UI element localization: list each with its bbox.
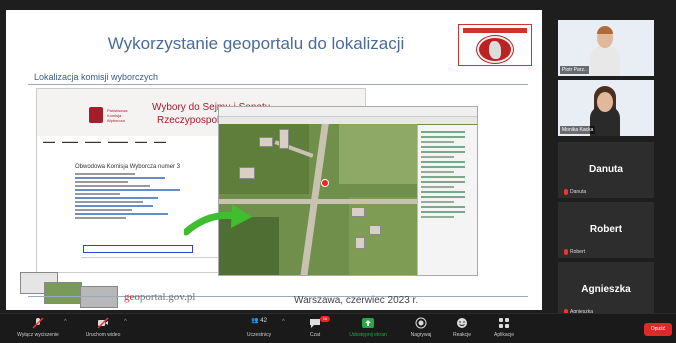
participant-name: Piotr Parz.. (560, 66, 589, 74)
slide-subtitle: Lokalizacja komisji wyborczych (28, 72, 528, 85)
pkw-commission-heading: Obwodowa Komisja Wyborcza numer 3 (75, 164, 180, 170)
chevron-up-icon[interactable]: ^ (64, 319, 67, 325)
share-screen-icon (362, 318, 374, 328)
chevron-up-icon[interactable]: ^ (124, 319, 127, 325)
participant-name: Robert (589, 224, 623, 235)
participant-tile-4[interactable]: Robert Robert (558, 202, 654, 258)
share-screen-button[interactable]: Udostępnij ekran (340, 317, 396, 338)
highlight-box (83, 245, 193, 253)
participant-tile-5[interactable]: Agnieszka Agnieszka (558, 262, 654, 318)
geoportal-map-window (218, 106, 478, 276)
chevron-up-icon[interactable]: ^ (282, 319, 285, 325)
participant-tile-3[interactable]: Danuta Danuta (558, 142, 654, 198)
unmute-button[interactable]: Wyłącz wyciszenie (8, 317, 68, 338)
avatar (590, 26, 620, 76)
reactions-button[interactable]: Reakcje (446, 317, 478, 338)
mic-off-icon (32, 317, 44, 329)
video-off-icon (97, 317, 109, 329)
people-icon: 👥 (251, 318, 259, 324)
gugik-logo (458, 24, 532, 66)
participant-name: Danuta (589, 164, 623, 175)
apps-button[interactable]: Aplikacje (486, 317, 522, 338)
zoom-meeting-window: Wykorzystanie geoportalu do lokalizacji … (0, 0, 676, 343)
mic-muted-icon (564, 189, 568, 195)
participant-tile-1[interactable]: Piotr Parz.. (558, 20, 654, 76)
green-arrow-icon (184, 204, 252, 236)
map-toolbar (219, 107, 477, 117)
slide-title: Wykorzystanie geoportalu do lokalizacji (107, 34, 405, 53)
shared-screen: Wykorzystanie geoportalu do lokalizacji … (6, 10, 542, 310)
participant-name: Agnieszka (581, 284, 631, 295)
meeting-toolbar: Wyłącz wyciszenie ^ Uruchom wideo ^ 👥 42… (0, 313, 676, 343)
participants-button[interactable]: 👥 42 Uczestnicy (238, 317, 280, 338)
slide-thumbnails (20, 272, 120, 308)
record-button[interactable]: Nagrywaj (404, 317, 438, 338)
smiley-icon (457, 318, 467, 328)
participant-name: Monika Kacka (560, 126, 596, 134)
geoportal-logo: geoportal.gov.pl (124, 291, 196, 303)
chat-badge: 16 (320, 316, 330, 322)
map-layers-panel (417, 125, 477, 275)
record-icon (415, 317, 427, 329)
pkw-emblem-icon (89, 107, 103, 123)
pkw-table (81, 257, 231, 269)
location-marker-icon (321, 179, 329, 187)
participant-tile-2[interactable]: Monika Kacka (558, 80, 654, 136)
start-video-button[interactable]: Uruchom wideo (76, 317, 130, 338)
leave-button[interactable]: Opuść (644, 323, 672, 336)
apps-icon (499, 318, 509, 328)
mic-muted-icon (564, 249, 568, 255)
slide-footer-city: Warszawa, czerwiec 2023 r. (294, 295, 419, 306)
